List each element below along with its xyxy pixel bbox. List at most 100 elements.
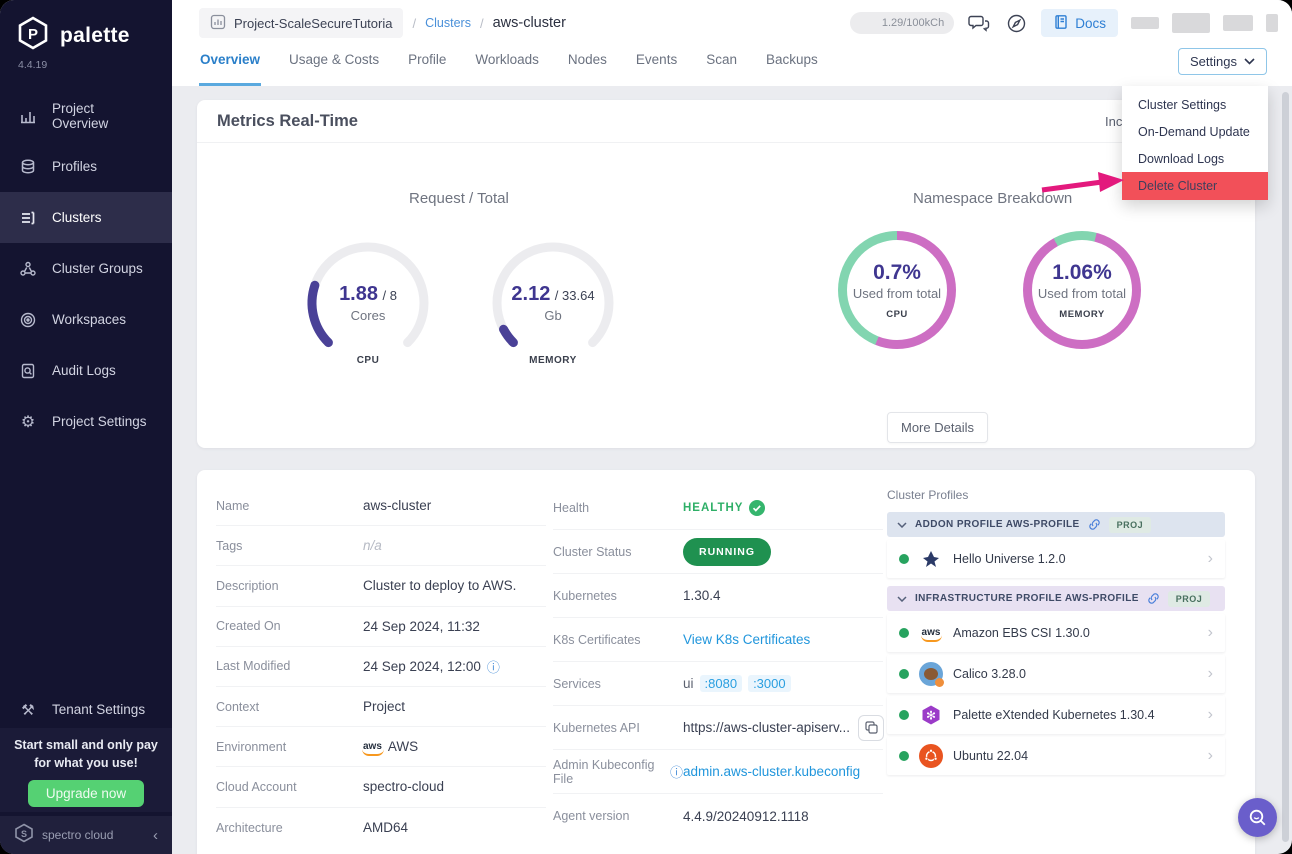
cluster-details-card: Name aws-cluster Tags n/a Description Cl… (197, 470, 1255, 854)
tab-usage-costs[interactable]: Usage & Costs (288, 48, 380, 86)
addon-profile-header[interactable]: ADDON PROFILE AWS-PROFILE PROJ (887, 512, 1225, 537)
tab-workloads[interactable]: Workloads (474, 48, 540, 86)
profile-layer-hello-universe[interactable]: Hello Universe 1.2.0 › (887, 540, 1225, 578)
tab-profile[interactable]: Profile (407, 48, 447, 86)
menu-item-on-demand-update[interactable]: On-Demand Update (1122, 118, 1268, 145)
chevron-right-icon: › (1208, 624, 1213, 642)
sidebar-nav: Project Overview Profiles Clusters Clust… (0, 90, 172, 447)
topbar: Project-ScaleSecureTutoria / Clusters / … (172, 0, 1292, 86)
tab-nodes[interactable]: Nodes (567, 48, 608, 86)
menu-item-delete-cluster[interactable]: Delete Cluster (1122, 172, 1268, 200)
project-chart-icon (210, 14, 226, 33)
detail-row-services: Services ui :8080 :3000 (553, 662, 883, 706)
sidebar-item-cluster-groups[interactable]: Cluster Groups (0, 243, 172, 294)
usage-quota-pill: 1.29/100kCh (850, 12, 954, 34)
collapse-sidebar-icon[interactable]: ‹ (153, 827, 158, 844)
service-port-link[interactable]: :3000 (748, 675, 791, 692)
info-icon[interactable]: ⓘ (670, 762, 683, 781)
sidebar-footer: S spectro cloud ‹ (0, 816, 172, 854)
cpu-donut-label: CPU (886, 309, 908, 320)
sidebar-item-audit-logs[interactable]: Audit Logs (0, 345, 172, 396)
memory-gauge: 2.12 / 33.64 Gb MEMORY (488, 238, 618, 368)
cpu-request-value: 1.88 (339, 283, 378, 305)
chevron-right-icon: › (1208, 747, 1213, 765)
menu-item-cluster-settings[interactable]: Cluster Settings (1122, 91, 1268, 118)
docs-button[interactable]: Docs (1041, 9, 1118, 37)
profile-layer-palette-extended-kubernetes[interactable]: ✻ Palette eXtended Kubernetes 1.30.4 › (887, 696, 1225, 734)
brand-name: palette (60, 24, 130, 48)
breadcrumb-project: Project-ScaleSecureTutoria (234, 16, 392, 31)
upgrade-now-button[interactable]: Upgrade now (28, 780, 144, 807)
chevron-right-icon: › (1208, 550, 1213, 568)
settings-label: Settings (1190, 54, 1237, 69)
link-icon[interactable] (1147, 592, 1160, 605)
svg-text:P: P (28, 26, 38, 43)
chat-icon[interactable] (967, 11, 991, 35)
upgrade-promo: Start small and only pay for what you us… (0, 728, 172, 812)
sidebar-item-clusters[interactable]: Clusters (0, 192, 172, 243)
tab-events[interactable]: Events (635, 48, 678, 86)
more-details-button[interactable]: More Details (887, 412, 988, 443)
memory-gauge-label: MEMORY (488, 355, 618, 366)
sidebar-item-workspaces[interactable]: Workspaces (0, 294, 172, 345)
copy-button[interactable] (858, 715, 884, 741)
target-icon (18, 310, 38, 330)
sidebar-item-project-overview[interactable]: Project Overview (0, 90, 172, 141)
status-dot (899, 628, 909, 638)
memory-request-value: 2.12 (511, 283, 550, 305)
detail-row-kubeconfig: Admin Kubeconfig File ⓘ admin.aws-cluste… (553, 750, 883, 794)
sidebar-item-profiles[interactable]: Profiles (0, 141, 172, 192)
running-status-pill[interactable]: RUNNING (683, 538, 771, 566)
settings-dropdown-button[interactable]: Settings (1178, 48, 1267, 75)
service-port-link[interactable]: :8080 (700, 675, 743, 692)
detail-row-created-on: Created On 24 Sep 2024, 11:32 (216, 607, 546, 647)
profile-layer-amazon-ebs-csi[interactable]: aws Amazon EBS CSI 1.30.0 › (887, 614, 1225, 652)
infrastructure-profile-header[interactable]: INFRASTRUCTURE PROFILE AWS-PROFILE PROJ (887, 586, 1225, 611)
status-dot (899, 710, 909, 720)
chevron-down-icon (1244, 58, 1255, 65)
health-status: HEALTHY (683, 500, 765, 516)
kubeconfig-download-link[interactable]: admin.aws-cluster.kubeconfig (683, 764, 860, 779)
brand-logo-row[interactable]: P palette (0, 0, 172, 57)
breadcrumb-current-cluster: aws-cluster (493, 15, 566, 31)
detail-row-environment: Environment aws AWS (216, 727, 546, 767)
sidebar-item-label: Audit Logs (52, 363, 116, 378)
sidebar-item-label: Cluster Groups (52, 261, 143, 276)
cluster-profiles-title: Cluster Profiles (887, 488, 1225, 502)
cpu-namespace-donut: 0.7% Used from total CPU (838, 231, 956, 349)
cpu-gauge: 1.88 / 8 Cores CPU (303, 238, 433, 368)
search-assistant-fab[interactable] (1238, 798, 1277, 837)
link-icon[interactable] (1088, 518, 1101, 531)
redacted-account-info (1131, 17, 1159, 29)
detail-row-architecture: Architecture AMD64 (216, 808, 546, 848)
namespace-breakdown-title: Namespace Breakdown (913, 190, 1072, 207)
layers-icon (18, 157, 38, 177)
info-icon[interactable]: ⓘ (487, 657, 500, 676)
tools-icon: ⚒ (18, 700, 38, 720)
service-name: ui (683, 676, 694, 691)
sidebar-item-label: Clusters (52, 210, 102, 225)
redacted-account-info (1266, 14, 1278, 32)
docs-label: Docs (1075, 16, 1106, 31)
cluster-tabs: Overview Usage & Costs Profile Workloads… (199, 48, 819, 86)
calico-logo-icon (919, 662, 943, 686)
menu-item-download-logs[interactable]: Download Logs (1122, 145, 1268, 172)
project-selector-chip[interactable]: Project-ScaleSecureTutoria (199, 8, 403, 38)
tab-scan[interactable]: Scan (705, 48, 738, 86)
memory-gauge-value-group: 2.12 / 33.64 Gb (488, 238, 618, 368)
compass-icon[interactable] (1004, 11, 1028, 35)
vertical-scrollbar[interactable] (1282, 92, 1289, 842)
view-k8s-certificates-link[interactable]: View K8s Certificates (683, 632, 810, 647)
profile-layer-calico[interactable]: Calico 3.28.0 › (887, 655, 1225, 693)
breadcrumb-clusters-link[interactable]: Clusters (425, 16, 471, 30)
tab-backups[interactable]: Backups (765, 48, 819, 86)
profile-layer-ubuntu[interactable]: Ubuntu 22.04 › (887, 737, 1225, 775)
metrics-title: Metrics Real-Time (197, 100, 1255, 143)
bar-chart-icon (18, 106, 38, 126)
topbar-actions: 1.29/100kCh Docs (850, 7, 1278, 39)
tab-overview[interactable]: Overview (199, 48, 261, 86)
gear-icon: ⚙ (18, 412, 38, 432)
sidebar-item-project-settings[interactable]: ⚙ Project Settings (0, 396, 172, 447)
detail-row-tags: Tags n/a (216, 526, 546, 566)
detail-row-kubernetes-api: Kubernetes API https://aws-cluster-apise… (553, 706, 883, 750)
